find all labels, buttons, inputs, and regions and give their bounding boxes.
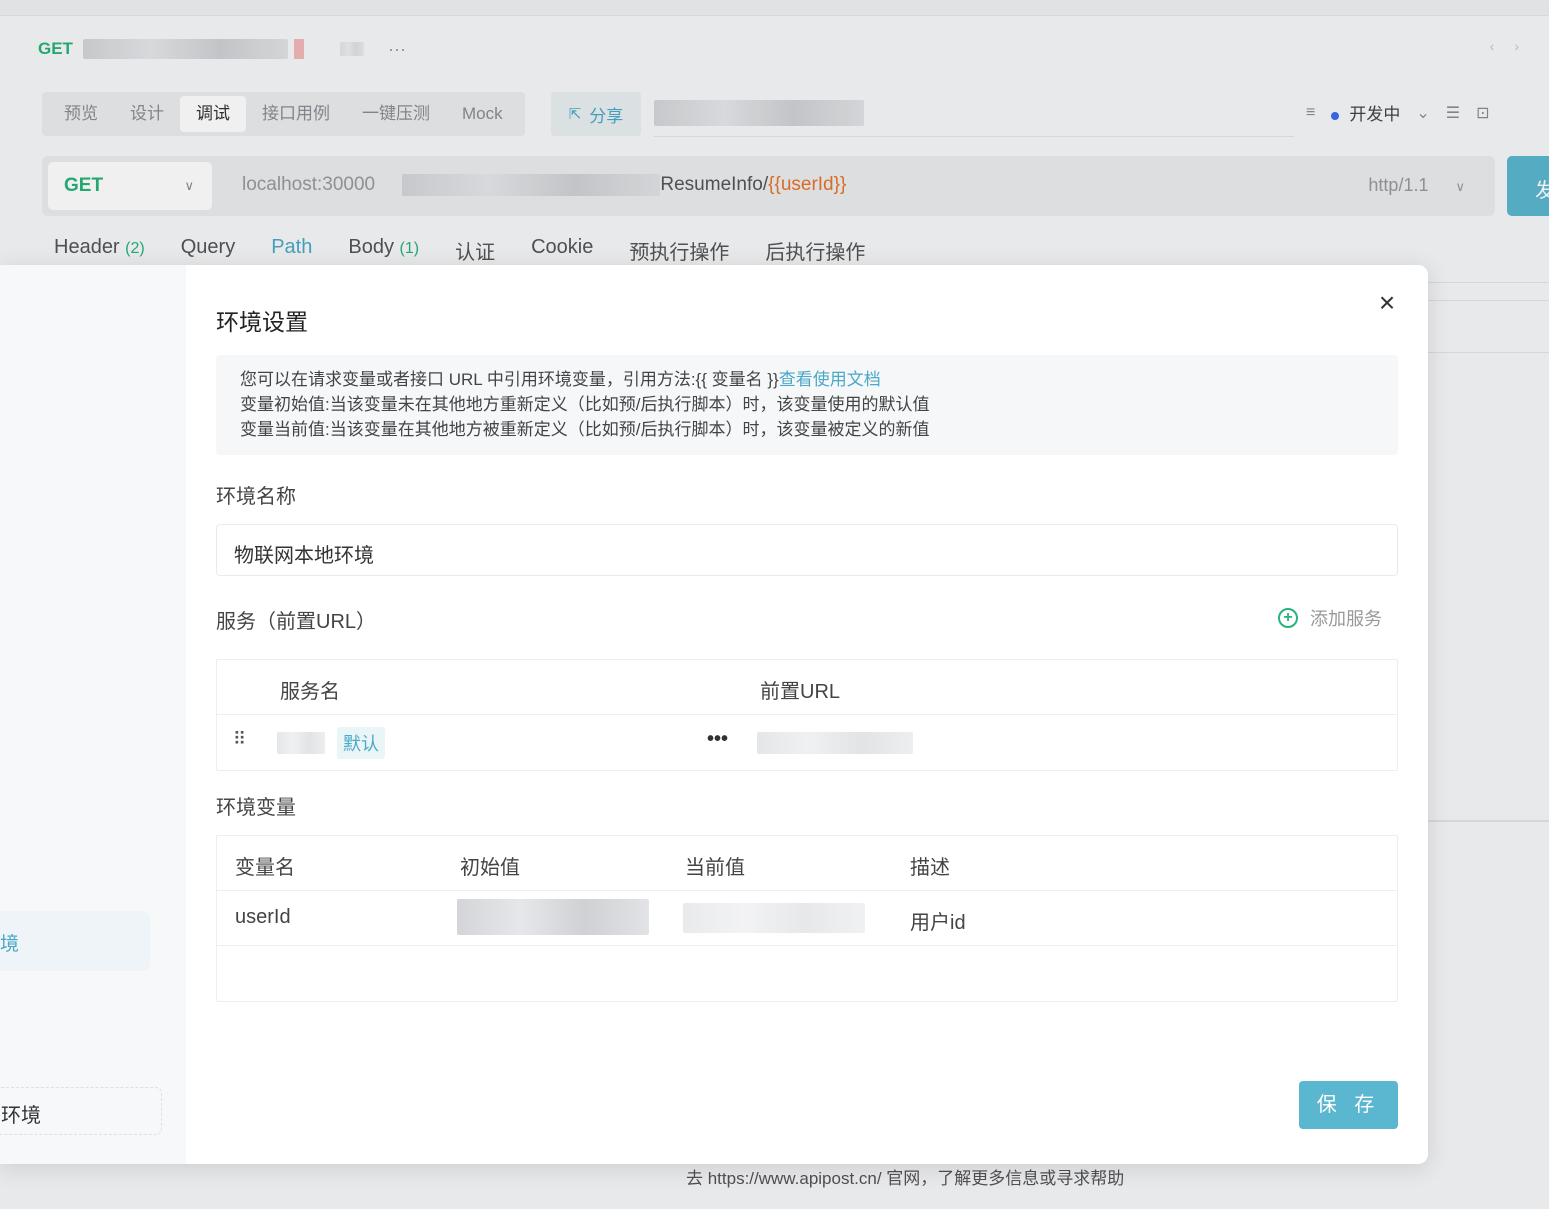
docs-link[interactable]: 查看使用文档 [779, 370, 881, 389]
base-url-blurred[interactable] [757, 732, 913, 754]
default-tag: 默认 [337, 727, 385, 759]
info-line-1-text: 您可以在请求变量或者接口 URL 中引用环境变量，引用方法:{{ 变量名 }} [240, 370, 779, 389]
service-table-row: ⠿ 默认 ••• [217, 715, 1397, 770]
env-vars-table: 变量名 初始值 当前值 描述 userId 用户id [216, 835, 1398, 1002]
info-line-3: 变量当前值:当该变量在其他地方被重新定义（比如预/后执行脚本）时，该变量被定义的… [240, 420, 930, 439]
header-initial-value: 初始值 [460, 857, 520, 879]
var-name-cell[interactable]: userId [235, 906, 291, 929]
initial-value-blurred[interactable] [457, 899, 649, 935]
env-list-sidebar: 境 环境 [0, 265, 186, 1164]
info-line-1: 您可以在请求变量或者接口 URL 中引用环境变量，引用方法:{{ 变量名 }}查… [240, 367, 1374, 392]
env-vars-label: 环境变量 [216, 797, 296, 819]
drag-handle-icon[interactable]: ⠿ [233, 729, 246, 750]
header-current-value: 当前值 [685, 857, 745, 879]
close-icon[interactable]: × [1374, 289, 1400, 317]
add-service-label: 添加服务 [1310, 609, 1382, 629]
service-name-blurred[interactable] [277, 732, 325, 754]
current-value-blurred[interactable] [683, 903, 865, 933]
service-label: 服务（前置URL） [216, 611, 377, 633]
header-description: 描述 [910, 857, 950, 879]
header-var-name: 变量名 [235, 857, 295, 879]
env-name-input[interactable]: 物联网本地环境 [216, 524, 1398, 576]
header-base-url: 前置URL [760, 681, 841, 703]
add-service-button[interactable]: + 添加服务 [1278, 605, 1382, 631]
vars-table-row: userId 用户id [217, 891, 1397, 946]
env-list-item-add[interactable]: 环境 [0, 1087, 162, 1135]
more-icon[interactable]: ••• [707, 728, 728, 751]
header-service-name: 服务名 [280, 681, 340, 703]
vars-table-empty-row[interactable] [217, 946, 1397, 1001]
service-table-header: 服务名 前置URL [217, 660, 1397, 715]
env-settings-modal: 境 环境 环境设置 × 您可以在请求变量或者接口 URL 中引用环境变量，引用方… [0, 265, 1428, 1164]
modal-title: 环境设置 [216, 309, 308, 335]
service-table: 服务名 前置URL ⠿ 默认 ••• [216, 659, 1398, 771]
info-box: 您可以在请求变量或者接口 URL 中引用环境变量，引用方法:{{ 变量名 }}查… [216, 355, 1398, 455]
var-description-cell[interactable]: 用户id [910, 906, 966, 935]
env-list-item-active[interactable]: 境 [0, 911, 150, 971]
vars-table-header: 变量名 初始值 当前值 描述 [217, 836, 1397, 891]
env-name-label: 环境名称 [216, 486, 296, 508]
save-button[interactable]: 保 存 [1299, 1081, 1398, 1129]
plus-circle-icon: + [1278, 608, 1298, 628]
info-line-2: 变量初始值:当该变量未在其他地方重新定义（比如预/后执行脚本）时，该变量使用的默… [240, 395, 930, 414]
